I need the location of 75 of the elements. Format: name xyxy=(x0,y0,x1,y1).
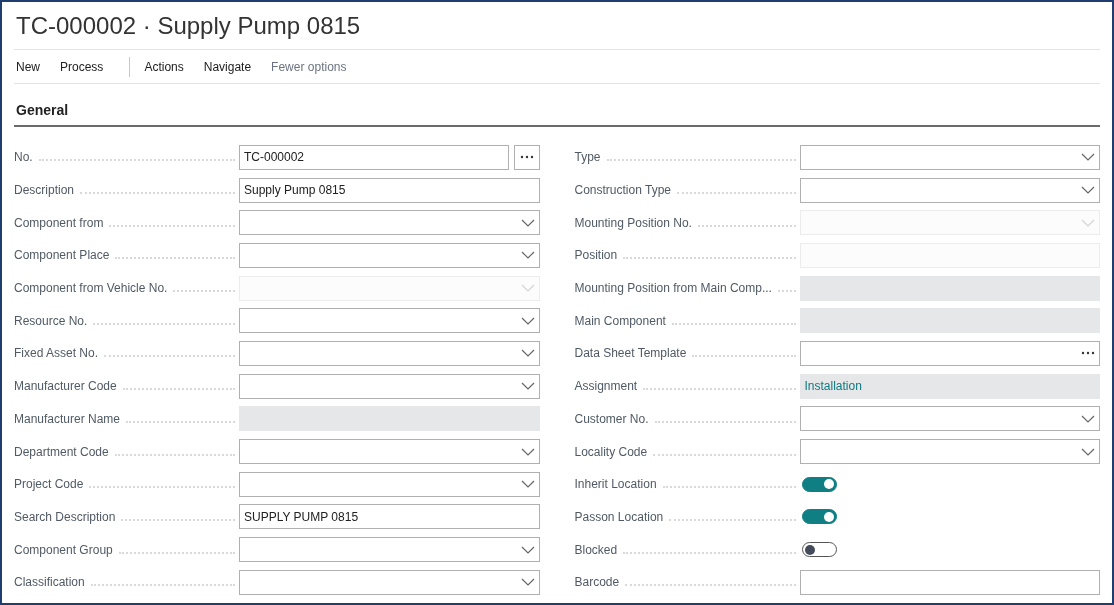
field-label: Component from xyxy=(14,214,105,232)
field-label: Component Place xyxy=(14,247,111,265)
chevron-down-icon xyxy=(520,545,535,554)
action-menu-button[interactable]: Actions xyxy=(142,57,186,76)
field-label: Type xyxy=(574,149,602,167)
dropdown-field[interactable] xyxy=(239,471,540,497)
action-menu-button[interactable]: Process xyxy=(58,57,106,76)
chevron-down-icon xyxy=(1081,186,1095,195)
field-label: Project Code xyxy=(14,476,85,494)
chevron-down-icon xyxy=(520,480,535,489)
text-field[interactable]: Supply Pump 0815 xyxy=(239,177,540,203)
page-title: TC-000002 · Supply Pump 0815 xyxy=(15,10,361,41)
field-label: Description xyxy=(14,182,76,200)
dropdown-field[interactable] xyxy=(799,439,1100,465)
toggle-switch[interactable] xyxy=(801,476,837,492)
toggle-switch[interactable] xyxy=(801,542,837,558)
dropdown-field[interactable] xyxy=(239,569,540,595)
chevron-down-icon xyxy=(520,578,535,587)
field-label: Locality Code xyxy=(574,443,649,461)
field-label: Data Sheet Template xyxy=(574,345,688,363)
lookup-field[interactable] xyxy=(799,340,1100,366)
chevron-down-icon xyxy=(1081,153,1095,162)
field-label: Component from Vehicle No. xyxy=(14,280,169,298)
field-label: Mounting Position from Main Comp... xyxy=(574,280,773,298)
dropdown-field[interactable] xyxy=(239,210,540,236)
field-label: Component Group xyxy=(14,541,114,559)
field-label: No. xyxy=(14,149,34,167)
dropdown-field[interactable] xyxy=(239,308,540,334)
field-label: Manufacturer Name xyxy=(14,410,122,428)
chevron-down-icon xyxy=(520,284,535,293)
action-menu-button[interactable]: Navigate xyxy=(201,57,254,76)
field-label: Customer No. xyxy=(574,410,650,428)
field-label: Main Component xyxy=(574,312,667,330)
field-label: Manufacturer Code xyxy=(14,378,118,396)
dropdown-field[interactable] xyxy=(239,537,540,563)
lookup-button[interactable] xyxy=(513,144,540,170)
dropdown-field[interactable] xyxy=(799,406,1100,432)
text-field[interactable]: SUPPLY PUMP 0815 xyxy=(239,504,540,530)
field-label: Passon Location xyxy=(574,508,665,526)
read-only-field: Installation xyxy=(799,373,1100,399)
dropdown-field[interactable] xyxy=(239,373,540,399)
text-field[interactable] xyxy=(799,569,1100,595)
chevron-down-icon xyxy=(520,382,535,391)
field-label: Inherit Location xyxy=(574,476,658,494)
field-label: Position xyxy=(574,247,619,265)
dropdown-field[interactable] xyxy=(239,242,540,268)
field-label: Construction Type xyxy=(574,182,672,200)
dropdown-field[interactable] xyxy=(239,340,540,366)
field-label: Blocked xyxy=(574,541,619,559)
field-label: Fixed Asset No. xyxy=(14,345,100,363)
dropdown-field[interactable] xyxy=(799,177,1100,203)
field-label: Assignment xyxy=(574,378,639,396)
chevron-down-icon xyxy=(1081,414,1095,423)
chevron-down-icon xyxy=(520,349,535,358)
action-menu-button[interactable]: New xyxy=(14,57,42,76)
field-label: Mounting Position No. xyxy=(574,214,693,232)
field-label: Resource No. xyxy=(14,312,89,330)
chevron-down-icon xyxy=(1081,447,1095,456)
dropdown-field[interactable] xyxy=(239,439,540,465)
field-label: Classification xyxy=(14,574,86,592)
field-label: Search Description xyxy=(14,508,117,526)
chevron-down-icon xyxy=(520,218,535,227)
field-label: Department Code xyxy=(14,443,110,461)
fewer-options-button[interactable]: Fewer options xyxy=(269,57,349,76)
ellipsis-icon xyxy=(1081,351,1095,356)
chevron-down-icon xyxy=(520,316,535,325)
section-title: General xyxy=(15,101,70,120)
toggle-switch[interactable] xyxy=(801,509,837,525)
chevron-down-icon xyxy=(520,447,535,456)
field-label: Barcode xyxy=(574,574,621,592)
chevron-down-icon xyxy=(1081,218,1095,227)
text-field[interactable]: TC-000002 xyxy=(239,144,509,170)
ellipsis-icon xyxy=(519,155,534,160)
chevron-down-icon xyxy=(520,251,535,260)
dropdown-field[interactable] xyxy=(799,144,1100,170)
